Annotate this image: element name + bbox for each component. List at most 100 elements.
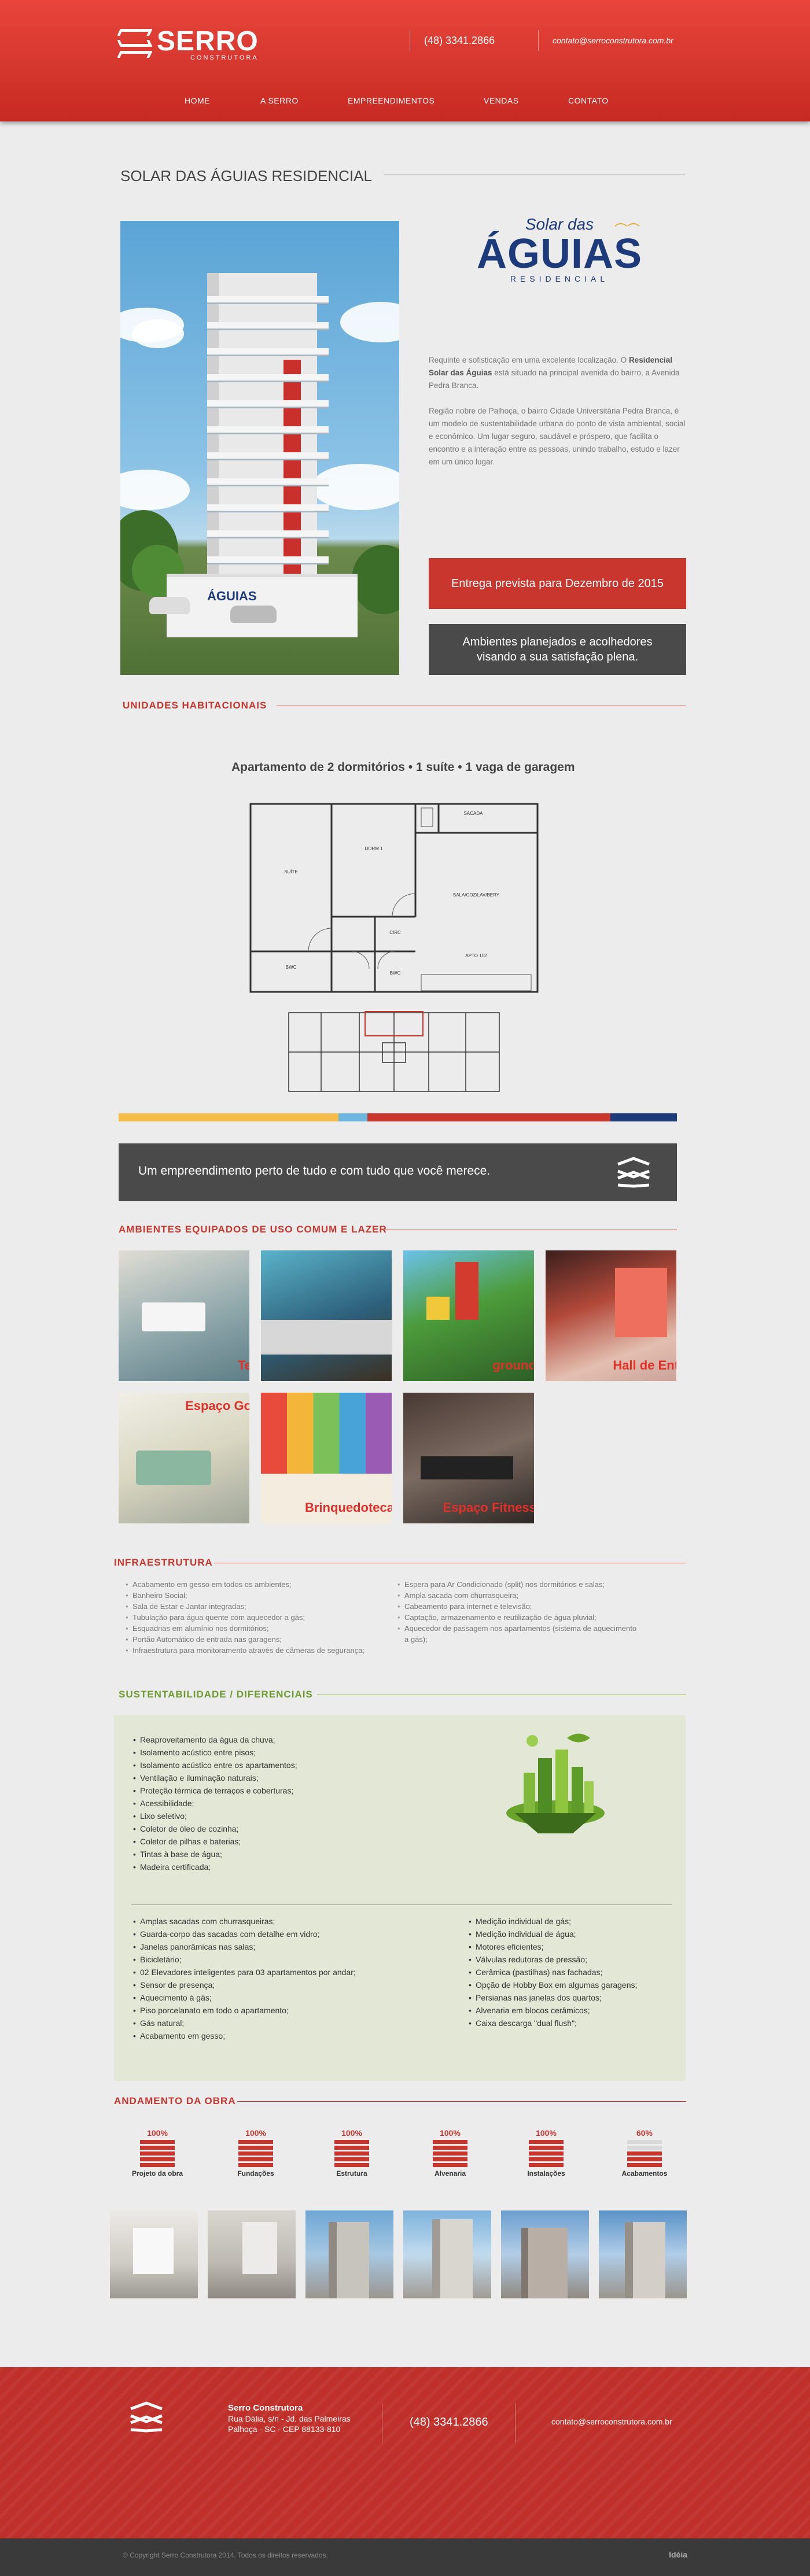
gallery-image[interactable]: Espaço Go (119, 1393, 249, 1523)
sust-item: Persianas nas janelas dos quartos; (467, 1991, 676, 2004)
gallery-image[interactable]: Te (119, 1250, 249, 1381)
progress-label: Projeto da obra (131, 2169, 183, 2178)
room-label: SUÍTE (284, 869, 298, 874)
building-render-image[interactable]: ÁGUIAS (120, 221, 399, 675)
sust-list-top: Reaproveitamento da água da chuva;Isolam… (132, 1733, 421, 1873)
ambient-box: Ambientes planejados e acolhedores visan… (429, 624, 686, 675)
construction-photo[interactable] (305, 2210, 393, 2298)
serro-logo-icon[interactable] (126, 2401, 167, 2433)
color-stripe (119, 1113, 677, 1121)
section-divider (237, 2101, 686, 2102)
banner-text: Um empreendimento perto de tudo e com tu… (138, 1164, 491, 1178)
footer-address-line: Palhoça - SC - CEP 88133-810 (228, 2424, 341, 2434)
sust-item: Opção de Hobby Box em algumas garagens; (467, 1979, 676, 1991)
nav-a-serro[interactable]: A SERRO (260, 96, 299, 105)
gallery-image[interactable] (261, 1250, 392, 1381)
footer-email-link[interactable]: contato@serroconstrutora.com.br (551, 2417, 672, 2426)
progress-percent: 100% (536, 2128, 557, 2138)
brand-main: ÁGUIAS (476, 231, 643, 277)
progress-bars-icon (627, 2140, 662, 2167)
construction-photo[interactable] (599, 2210, 687, 2298)
progress-bars-icon (433, 2140, 467, 2167)
sust-item: Acabamento em gesso; (132, 2029, 410, 2042)
apartment-title: Apartamento de 2 dormitórios • 1 suíte •… (231, 761, 575, 774)
infra-item: Espera para Ar Condicionado (split) nos … (396, 1579, 639, 1590)
progress-label: Acabamentos (621, 2169, 668, 2178)
progress-item: 100% Instalações (509, 2128, 584, 2178)
site-header: SERRO CONSTRUTORA (48) 3341.2866 contato… (0, 0, 810, 121)
ambient-line: Ambientes planejados e acolhedores (462, 636, 653, 648)
construction-photo[interactable] (208, 2210, 296, 2298)
gallery-caption: Hall de Ent (613, 1358, 676, 1372)
infra-item: Ampla sacada com churrasqueira; (396, 1590, 639, 1601)
nav-contato[interactable]: CONTATO (568, 96, 609, 105)
agency-credit-link[interactable]: Idéia (669, 2550, 687, 2559)
sust-item: Coletor de pilhas e baterias; (132, 1835, 421, 1848)
footer-company: Serro Construtora (228, 2403, 303, 2413)
progress-label: Instalações (527, 2169, 565, 2178)
birds-icon: ⌒⌒ (614, 223, 640, 237)
serro-logo-icon (117, 29, 153, 60)
progress-bars-icon (334, 2140, 369, 2167)
floor-key-plan[interactable] (286, 1009, 502, 1095)
eco-city-icon (506, 1733, 605, 1833)
progress-item: 100% Fundações (218, 2128, 293, 2178)
gallery-image[interactable]: Espaço Fitness (403, 1393, 534, 1523)
header-email-link[interactable]: contato@serroconstrutora.com.br (553, 36, 673, 45)
room-label: SALA/COZ/LAV/BERY (453, 892, 500, 898)
gallery-image[interactable]: Hall de Ent (546, 1250, 676, 1381)
leisure-heading: AMBIENTES EQUIPADOS DE USO COMUM E LAZER (119, 1224, 387, 1235)
sust-item: Gás natural; (132, 2017, 410, 2029)
sust-item: Isolamento acústico entre os apartamento… (132, 1759, 421, 1772)
page-title: SOLAR DAS ÁGUIAS RESIDENCIAL (120, 167, 372, 184)
sust-item: Madeira certificada; (132, 1861, 421, 1873)
sust-item: Medição individual de gás; (467, 1915, 676, 1928)
progress-item: 60% Acabamentos (607, 2128, 682, 2178)
header-phone: (48) 3341.2866 (424, 35, 495, 46)
sust-item: Janelas panorâmicas nas salas; (132, 1940, 410, 1953)
infra-list-left: Acabamento em gesso em todos os ambiente… (124, 1579, 367, 1656)
infra-list-right: Espera para Ar Condicionado (split) nos … (396, 1579, 639, 1645)
project-description: Requinte e sofisticação em uma excelente… (429, 354, 686, 481)
sust-item: Isolamento acústico entre pisos; (132, 1746, 421, 1759)
infra-item: Acabamento em gesso em todos os ambiente… (124, 1579, 367, 1590)
progress-bars-icon (238, 2140, 273, 2167)
room-label: DORM 1 (365, 846, 383, 851)
sust-item: Alvenaria em blocos cerâmicos; (467, 2004, 676, 2017)
footer-address: Serro Construtora Rua Dália, s/n - Jd. d… (228, 2403, 351, 2434)
progress-percent: 100% (245, 2128, 266, 2138)
site-footer: Serro Construtora Rua Dália, s/n - Jd. d… (0, 2367, 810, 2538)
room-label: BWC (286, 965, 297, 970)
gallery-caption: Espaço Go (185, 1398, 249, 1413)
construction-photo[interactable] (403, 2210, 491, 2298)
gallery-image[interactable]: Brinquedoteca (261, 1393, 392, 1523)
gallery-image[interactable]: ground (403, 1250, 534, 1381)
floor-plan[interactable]: SACADA DORM 1 SUÍTE SALA/COZ/LAV/BERY CI… (248, 801, 540, 995)
construction-photo[interactable] (110, 2210, 198, 2298)
sust-item: Sensor de presença; (132, 1979, 410, 1991)
nav-home[interactable]: HOME (185, 96, 210, 105)
footer-divider (515, 2403, 516, 2442)
construction-photo[interactable] (501, 2210, 589, 2298)
infra-item: Infraestrutura para monitoramento atravé… (124, 1645, 367, 1656)
progress-label: Alvenaria (434, 2169, 466, 2178)
infra-item: Sala de Estar e Jantar integradas; (124, 1601, 367, 1612)
sust-item: Proteção térmica de terraços e cobertura… (132, 1784, 421, 1797)
sust-item: Acessibilidade; (132, 1797, 421, 1810)
nav-empreendimentos[interactable]: EMPREENDIMENTOS (348, 96, 435, 105)
nav-vendas[interactable]: VENDAS (484, 96, 519, 105)
room-label: BWC (390, 970, 401, 976)
site-logo[interactable]: SERRO CONSTRUTORA (117, 28, 259, 61)
infra-item: Esquadrias em alumínio nos dormitórios; (124, 1623, 367, 1634)
sust-item: Lixo seletivo; (132, 1810, 421, 1822)
room-label: SACADA (464, 811, 484, 816)
infra-item: Portão Automático de entrada nas garagen… (124, 1634, 367, 1645)
copyright: © Copyright Serro Construtora 2014. Todo… (123, 2551, 328, 2559)
ambient-line: visando a sua satisfação plena. (476, 651, 639, 663)
progress-percent: 100% (440, 2128, 461, 2138)
sust-item: Piso porcelanato em todo o apartamento; (132, 2004, 410, 2017)
units-heading: UNIDADES HABITACIONAIS (123, 700, 267, 711)
progress-label: Fundações (237, 2169, 274, 2178)
main-nav: HOME A SERRO EMPREENDIMENTOS VENDAS CONT… (0, 96, 810, 110)
bottom-bar: © Copyright Serro Construtora 2014. Todo… (0, 2538, 810, 2576)
